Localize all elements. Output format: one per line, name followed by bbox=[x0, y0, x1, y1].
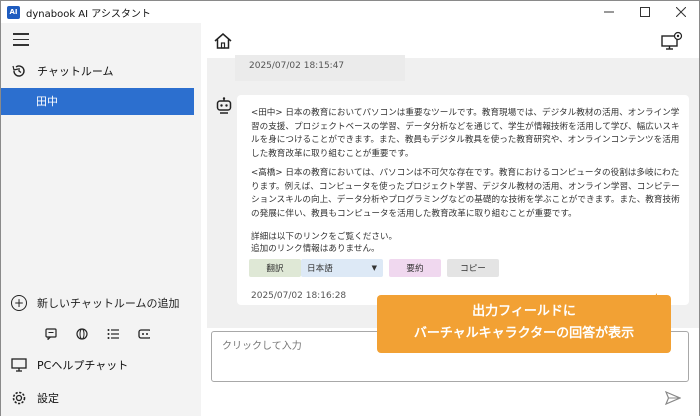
history-icon bbox=[11, 63, 27, 79]
minimize-button[interactable] bbox=[591, 1, 627, 23]
send-icon[interactable] bbox=[664, 390, 682, 406]
close-button[interactable] bbox=[663, 1, 699, 23]
previous-timestamp: 2025/07/02 18:15:47 bbox=[249, 61, 345, 71]
bot-icon[interactable] bbox=[138, 328, 150, 340]
minimize-icon bbox=[604, 11, 614, 13]
copy-label: コピー bbox=[460, 264, 486, 274]
chatroom-label: チャットルーム bbox=[37, 65, 114, 78]
copy-button[interactable]: コピー bbox=[447, 259, 499, 277]
pc-help-chat-item[interactable]: PCヘルプチャット bbox=[11, 357, 128, 373]
add-chatroom-button[interactable]: + 新しいチャットルームの追加 bbox=[11, 295, 180, 311]
app-icon: AI bbox=[7, 5, 20, 19]
globe-icon[interactable] bbox=[76, 328, 88, 340]
list-icon[interactable] bbox=[107, 328, 119, 340]
response-paragraph-takahashi: <高橋> 日本の教育においては、パソコンは不可欠な存在です。教育におけるコンピュ… bbox=[251, 168, 680, 219]
callout-line1: 出力フィールドに bbox=[472, 304, 576, 319]
language-select[interactable]: 日本語 ▼ bbox=[301, 259, 383, 277]
chevron-down-icon: ▼ bbox=[371, 264, 377, 272]
add-circle-icon: + bbox=[11, 295, 27, 311]
annotation-callout: 出力フィールドに バーチャルキャラクターの回答が表示 bbox=[377, 295, 671, 353]
bot-avatar-icon bbox=[215, 97, 233, 115]
sidebar: チャットルーム 田中 + 新しいチャットルームの追加 PCヘルプチャット 設定 bbox=[1, 23, 201, 416]
summary-button[interactable]: 要約 bbox=[389, 259, 441, 277]
tool-icon-row bbox=[45, 328, 169, 340]
gear-icon bbox=[11, 390, 27, 406]
language-value: 日本語 bbox=[307, 264, 333, 274]
response-paragraph-tanaka: <田中> 日本の教育においてパソコンは重要なツールです。教育現場では、デジタル教… bbox=[251, 108, 680, 159]
app-window: AI dynabook AI アシスタント チャットルーム 田中 + 新しいチャ… bbox=[0, 0, 700, 416]
close-icon bbox=[676, 7, 686, 17]
home-icon[interactable] bbox=[213, 31, 233, 51]
chat-bubble-icon[interactable] bbox=[45, 328, 57, 340]
window-title: dynabook AI アシスタント bbox=[26, 8, 151, 20]
main-panel: 2025/07/02 18:15:47 <田中> 日本の教育においてパソコンは重… bbox=[201, 23, 699, 416]
pc-settings-icon[interactable] bbox=[661, 31, 683, 51]
callout-line2: バーチャルキャラクターの回答が表示 bbox=[413, 326, 635, 341]
window-controls bbox=[591, 1, 699, 23]
pc-help-label: PCヘルプチャット bbox=[37, 359, 129, 372]
summary-label: 要約 bbox=[406, 264, 424, 274]
message-action-row: 翻訳 日本語 ▼ 要約 コピー bbox=[249, 259, 499, 277]
translate-label: 翻訳 bbox=[266, 264, 284, 274]
room-name: 田中 bbox=[36, 95, 58, 108]
settings-label: 設定 bbox=[37, 392, 59, 405]
hamburger-menu-icon[interactable] bbox=[13, 33, 29, 46]
pc-help-icon bbox=[11, 357, 27, 373]
maximize-icon bbox=[640, 7, 650, 17]
message-timestamp: 2025/07/02 18:16:28 bbox=[251, 291, 347, 301]
chatroom-header: チャットルーム bbox=[11, 63, 114, 79]
add-chatroom-label: 新しいチャットルームの追加 bbox=[37, 297, 180, 310]
link-info-line2: 追加のリンク情報はありません。 bbox=[251, 244, 380, 254]
previous-message-card: 2025/07/02 18:15:47 bbox=[235, 55, 405, 81]
bot-message-card: <田中> 日本の教育においてパソコンは重要なツールです。教育現場では、デジタル教… bbox=[237, 95, 689, 305]
sidebar-item-room-selected[interactable]: 田中 bbox=[1, 88, 194, 115]
translate-button[interactable]: 翻訳 bbox=[249, 259, 301, 277]
maximize-button[interactable] bbox=[627, 1, 663, 23]
settings-item[interactable]: 設定 bbox=[11, 390, 59, 406]
title-bar: AI dynabook AI アシスタント bbox=[1, 1, 699, 23]
